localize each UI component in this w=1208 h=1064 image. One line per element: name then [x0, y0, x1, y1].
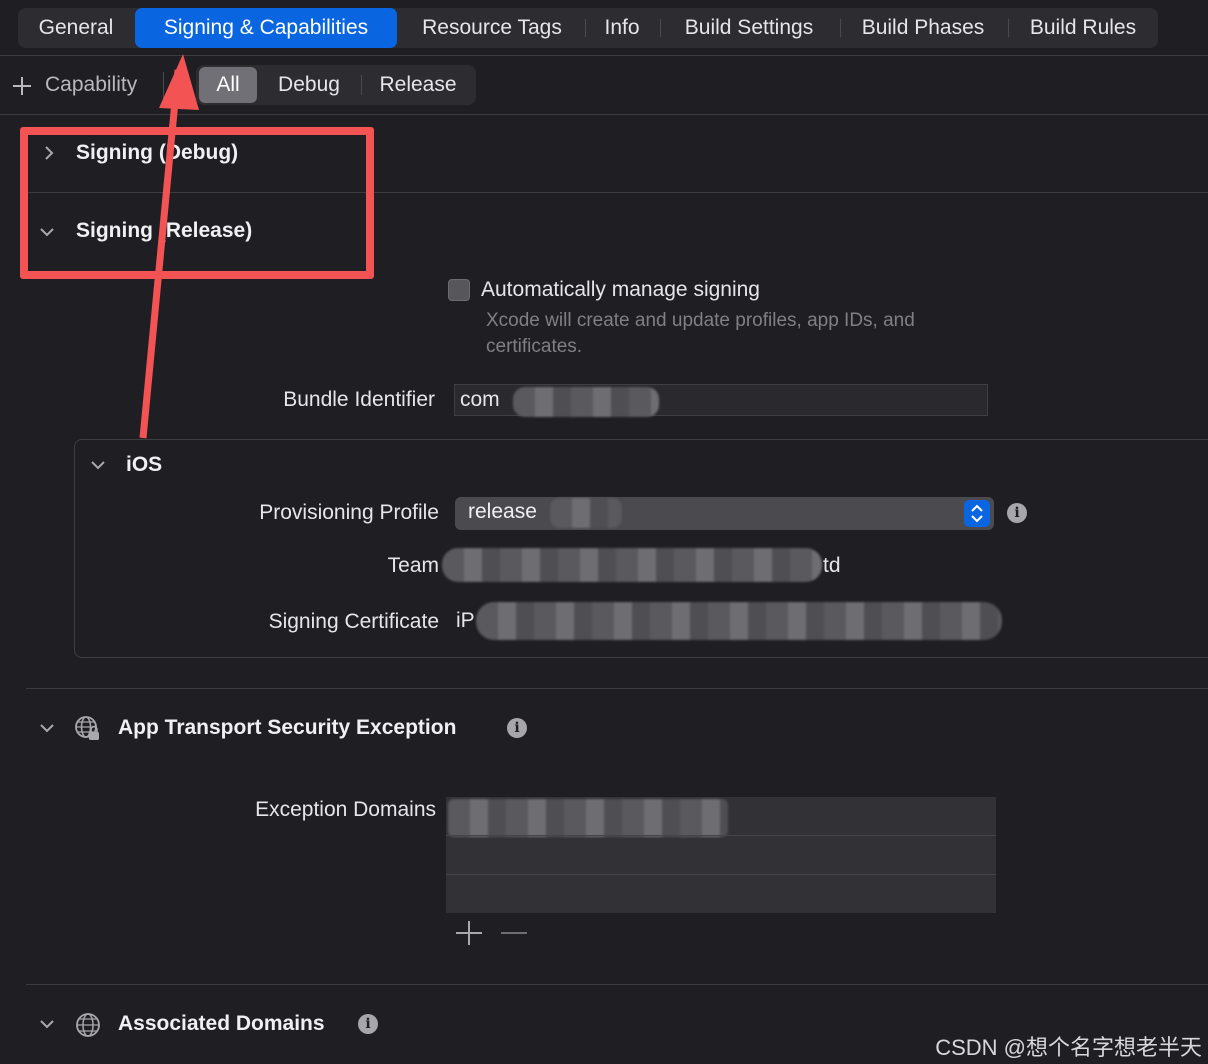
- tab-resource-tags[interactable]: Resource Tags: [401, 8, 583, 48]
- info-icon[interactable]: i: [507, 718, 527, 738]
- certificate-value: iP: [456, 609, 475, 632]
- redacted-area: [513, 387, 659, 417]
- redacted-area: [442, 548, 822, 582]
- popup-stepper-icon[interactable]: [964, 500, 990, 527]
- chevron-down-icon[interactable]: [38, 719, 56, 737]
- add-domain-icon[interactable]: [455, 920, 483, 946]
- ios-title: iOS: [126, 453, 163, 476]
- globe-lock-icon: [75, 716, 99, 740]
- plus-icon[interactable]: [10, 74, 34, 98]
- redacted-area: [550, 498, 622, 528]
- divider: [26, 688, 1208, 689]
- team-label: Team: [387, 554, 439, 577]
- provisioning-value: release: [468, 500, 537, 523]
- filter-all[interactable]: All: [199, 67, 257, 103]
- provisioning-label: Provisioning Profile: [259, 501, 439, 524]
- redacted-area: [448, 799, 728, 837]
- watermark: CSDN @想个名字想老半天: [935, 1035, 1202, 1060]
- tab-general[interactable]: General: [18, 8, 134, 48]
- tab-build-settings[interactable]: Build Settings: [661, 8, 837, 48]
- filter-debug[interactable]: Debug: [260, 65, 358, 105]
- provisioning-profile-popup[interactable]: release: [455, 497, 994, 530]
- filter-release[interactable]: Release: [362, 65, 474, 105]
- team-value: td: [823, 554, 841, 577]
- table-row-divider: [446, 835, 996, 836]
- highlight-box: [20, 127, 374, 279]
- exception-domains-table[interactable]: [446, 797, 996, 913]
- tab-build-rules[interactable]: Build Rules: [1009, 8, 1157, 48]
- exception-domains-label: Exception Domains: [255, 798, 436, 821]
- bundle-id-field[interactable]: com: [454, 384, 988, 417]
- auto-manage-hint: Xcode will create and update profiles, a…: [486, 310, 915, 331]
- section-associated-domains[interactable]: Associated Domains: [118, 1012, 325, 1036]
- info-icon[interactable]: i: [1007, 503, 1027, 523]
- section-app-transport-security[interactable]: App Transport Security Exception: [118, 716, 456, 740]
- auto-manage-hint: certificates.: [486, 336, 583, 357]
- globe-icon: [76, 1013, 100, 1037]
- divider: [0, 114, 1208, 115]
- bundle-id-value: com: [460, 388, 500, 411]
- divider: [0, 55, 1208, 56]
- chevron-down-icon[interactable]: [38, 1015, 56, 1033]
- chevron-down-icon[interactable]: [89, 456, 107, 474]
- add-capability-button[interactable]: Capability: [45, 73, 137, 97]
- info-icon[interactable]: i: [358, 1014, 378, 1034]
- certificate-label: Signing Certificate: [268, 610, 439, 633]
- auto-manage-checkbox[interactable]: [448, 279, 470, 301]
- tab-build-phases[interactable]: Build Phases: [841, 8, 1005, 48]
- divider: [163, 72, 164, 100]
- table-row-divider: [446, 874, 996, 875]
- tab-signing-capabilities[interactable]: Signing & Capabilities: [135, 8, 397, 48]
- tab-info[interactable]: Info: [586, 8, 658, 48]
- config-filter: All Debug Release: [196, 65, 476, 105]
- redacted-area: [476, 602, 1002, 640]
- auto-manage-label: Automatically manage signing: [481, 278, 760, 301]
- tab-bar: General Signing & Capabilities Resource …: [18, 8, 1158, 48]
- bundle-id-label: Bundle Identifier: [283, 388, 435, 411]
- remove-domain-icon[interactable]: [500, 920, 528, 946]
- divider: [26, 984, 1208, 985]
